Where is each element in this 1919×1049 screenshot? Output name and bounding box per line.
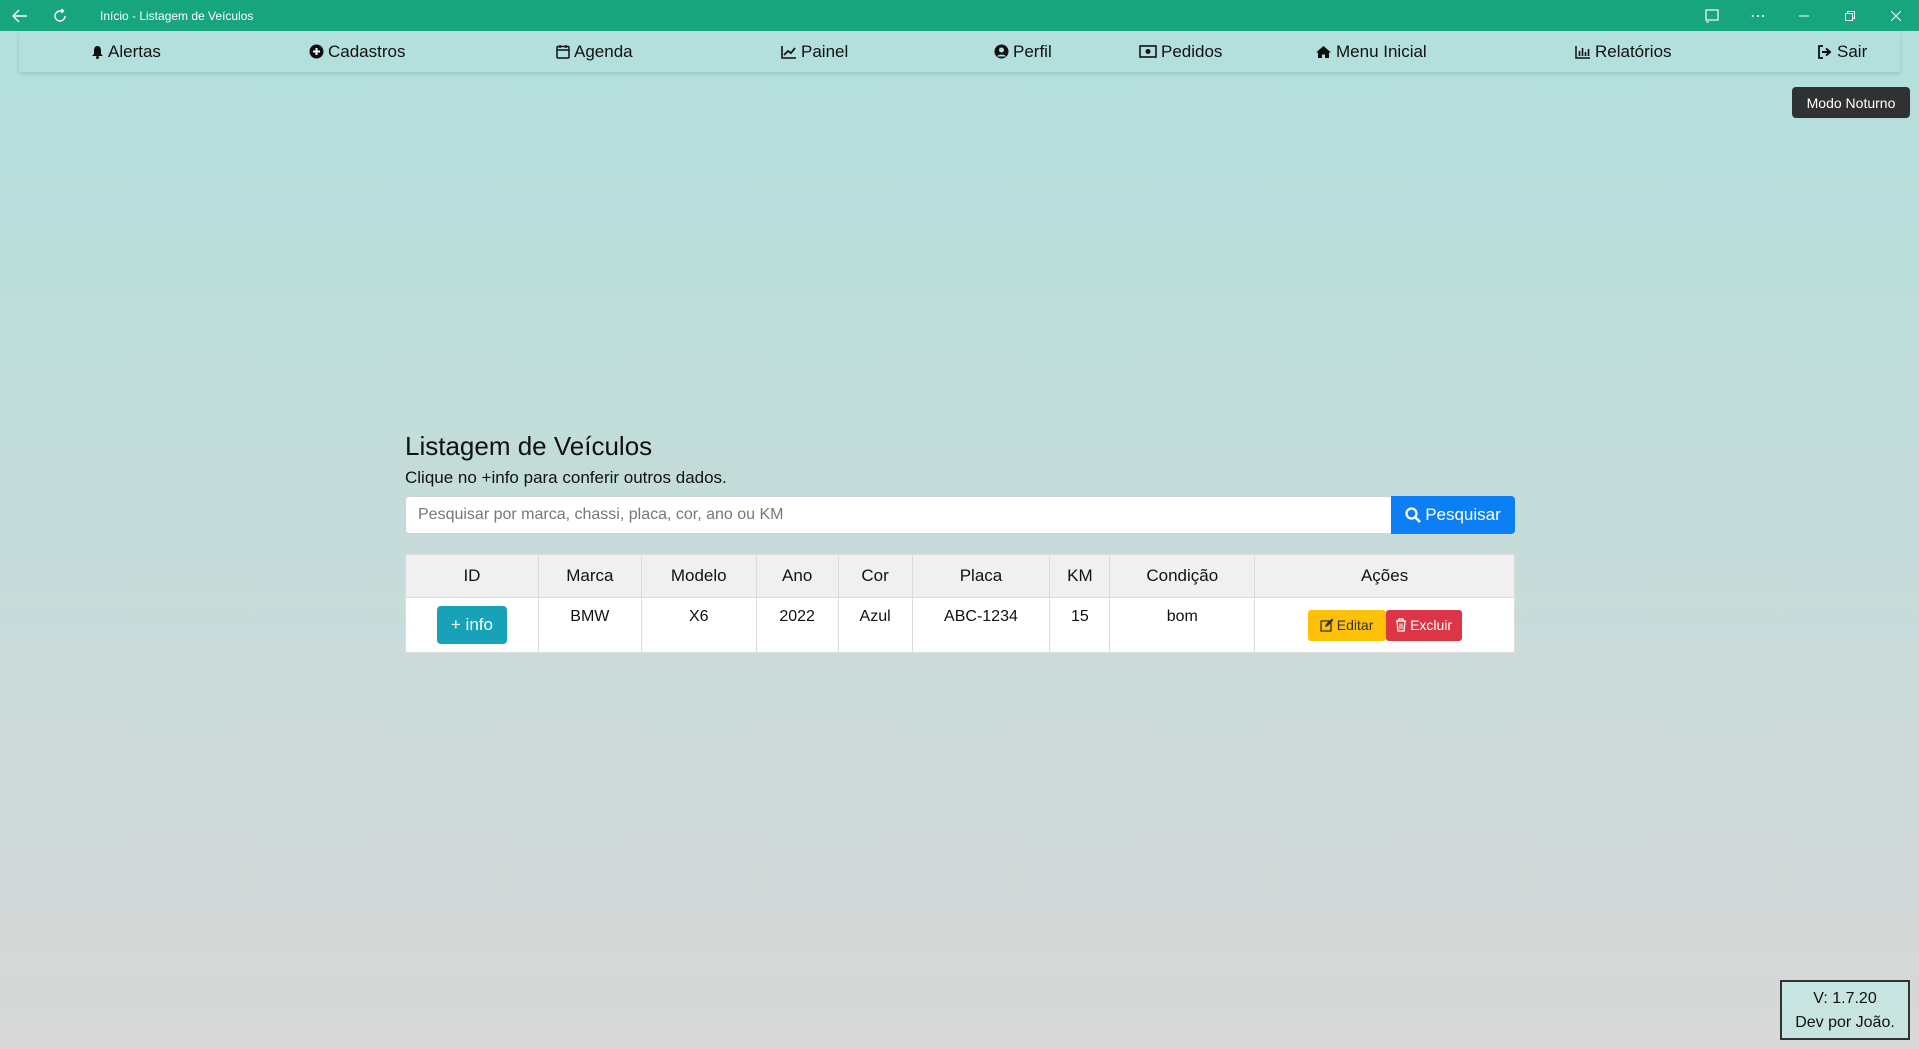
more-button[interactable]: ⋯ [1735, 0, 1781, 31]
night-mode-button[interactable]: Modo Noturno [1792, 87, 1910, 118]
more-icon: ⋯ [1750, 7, 1766, 25]
nav-item-sair[interactable]: Sair [1817, 31, 1867, 72]
refresh-button[interactable] [40, 0, 80, 31]
search-input[interactable] [405, 496, 1391, 534]
cell-id: + info [405, 597, 539, 653]
cast-icon [1705, 8, 1719, 22]
col-header-id: ID [405, 554, 539, 598]
bell-icon [92, 45, 103, 59]
user-circle-icon [994, 44, 1009, 59]
trash-icon [1396, 618, 1407, 632]
close-icon [1891, 10, 1901, 21]
col-header-modelo: Modelo [640, 554, 757, 598]
col-header-placa: Placa [911, 554, 1051, 598]
calendar-icon [556, 45, 570, 59]
minimize-icon [1799, 15, 1809, 16]
search-button-label: Pesquisar [1425, 505, 1501, 524]
cell-marca: BMW [537, 597, 642, 653]
page-title: Listagem de Veículos [405, 431, 653, 461]
nav-item-perfil[interactable]: Perfil [994, 31, 1052, 72]
nav-label: Cadastros [328, 41, 406, 61]
window-title: Início - Listagem de Veículos [100, 8, 254, 23]
edit-label: Editar [1336, 617, 1374, 633]
col-header-marca: Marca [537, 554, 642, 598]
refresh-icon [54, 8, 66, 22]
cell-acoes: Editar Excluir [1254, 597, 1515, 653]
nav-item-cadastros[interactable]: Cadastros [309, 31, 405, 72]
nav-label: Menu Inicial [1336, 41, 1427, 61]
delete-button[interactable]: Excluir [1385, 609, 1462, 641]
money-bill-icon [1139, 45, 1157, 58]
window-titlebar: Início - Listagem de Veículos ⋯ [0, 0, 1919, 31]
arrow-left-icon [12, 9, 27, 22]
nav-item-pedidos[interactable]: Pedidos [1139, 31, 1222, 72]
close-button[interactable] [1873, 0, 1919, 31]
nav-item-agenda[interactable]: Agenda [556, 31, 633, 72]
cast-button[interactable] [1689, 0, 1735, 31]
nav-label: Painel [801, 41, 849, 61]
info-button[interactable]: + info [436, 606, 507, 644]
edit-icon [1320, 618, 1334, 632]
nav-label: Alertas [108, 41, 161, 61]
home-icon [1316, 45, 1331, 58]
nav-label: Perfil [1013, 41, 1052, 61]
nav-item-menu-inicial[interactable]: Menu Inicial [1315, 31, 1427, 72]
vehicles-table: ID Marca Modelo Ano Cor Placa KM Condiçã… [405, 554, 1515, 653]
plus-circle-icon [309, 44, 324, 59]
minimize-button[interactable] [1781, 0, 1827, 31]
nav-item-painel[interactable]: Painel [781, 31, 848, 72]
main-content: Listagem de Veículos Clique no +info par… [405, 428, 1515, 653]
page-subtitle: Clique no +info para conferir outros dad… [405, 468, 727, 487]
dev-text: Dev por João. [1795, 1014, 1895, 1031]
cell-placa: ABC-1234 [911, 597, 1051, 653]
restore-icon [1845, 10, 1855, 21]
search-button[interactable]: Pesquisar [1391, 496, 1515, 534]
cell-cor: Azul [837, 597, 913, 653]
cell-condicao: bom [1109, 597, 1256, 653]
bar-chart-icon [1575, 45, 1590, 59]
search-bar: Pesquisar [405, 496, 1515, 534]
col-header-km: KM [1049, 554, 1111, 598]
col-header-ano: Ano [755, 554, 839, 598]
nav-label: Sair [1837, 41, 1868, 61]
col-header-acoes: Ações [1254, 554, 1515, 598]
back-button[interactable] [0, 0, 40, 31]
version-text: V: 1.7.20 [1813, 990, 1877, 1007]
cell-modelo: X6 [640, 597, 757, 653]
chart-line-icon [781, 45, 796, 59]
nav-item-alertas[interactable]: Alertas [91, 31, 161, 72]
restore-button[interactable] [1827, 0, 1873, 31]
nav-item-relatorios[interactable]: Relatórios [1575, 31, 1672, 72]
version-box: V: 1.7.20 Dev por João. [1780, 980, 1910, 1040]
col-header-condicao: Condição [1109, 554, 1256, 598]
col-header-cor: Cor [837, 554, 913, 598]
cell-ano: 2022 [755, 597, 839, 653]
cell-km: 15 [1049, 597, 1111, 653]
main-navbar: Alertas Cadastros Agenda Painel Perfil P… [19, 31, 1900, 72]
nav-label: Relatórios [1595, 41, 1672, 61]
delete-label: Excluir [1410, 617, 1453, 633]
edit-button[interactable]: Editar [1307, 609, 1386, 641]
table-header-row: ID Marca Modelo Ano Cor Placa KM Condiçã… [405, 554, 1515, 598]
nav-label: Pedidos [1161, 41, 1223, 61]
nav-label: Agenda [574, 41, 633, 61]
sign-out-icon [1818, 44, 1832, 59]
table-row: + info BMW X6 2022 Azul ABC-1234 15 bom … [405, 597, 1515, 653]
search-icon [1405, 507, 1422, 523]
